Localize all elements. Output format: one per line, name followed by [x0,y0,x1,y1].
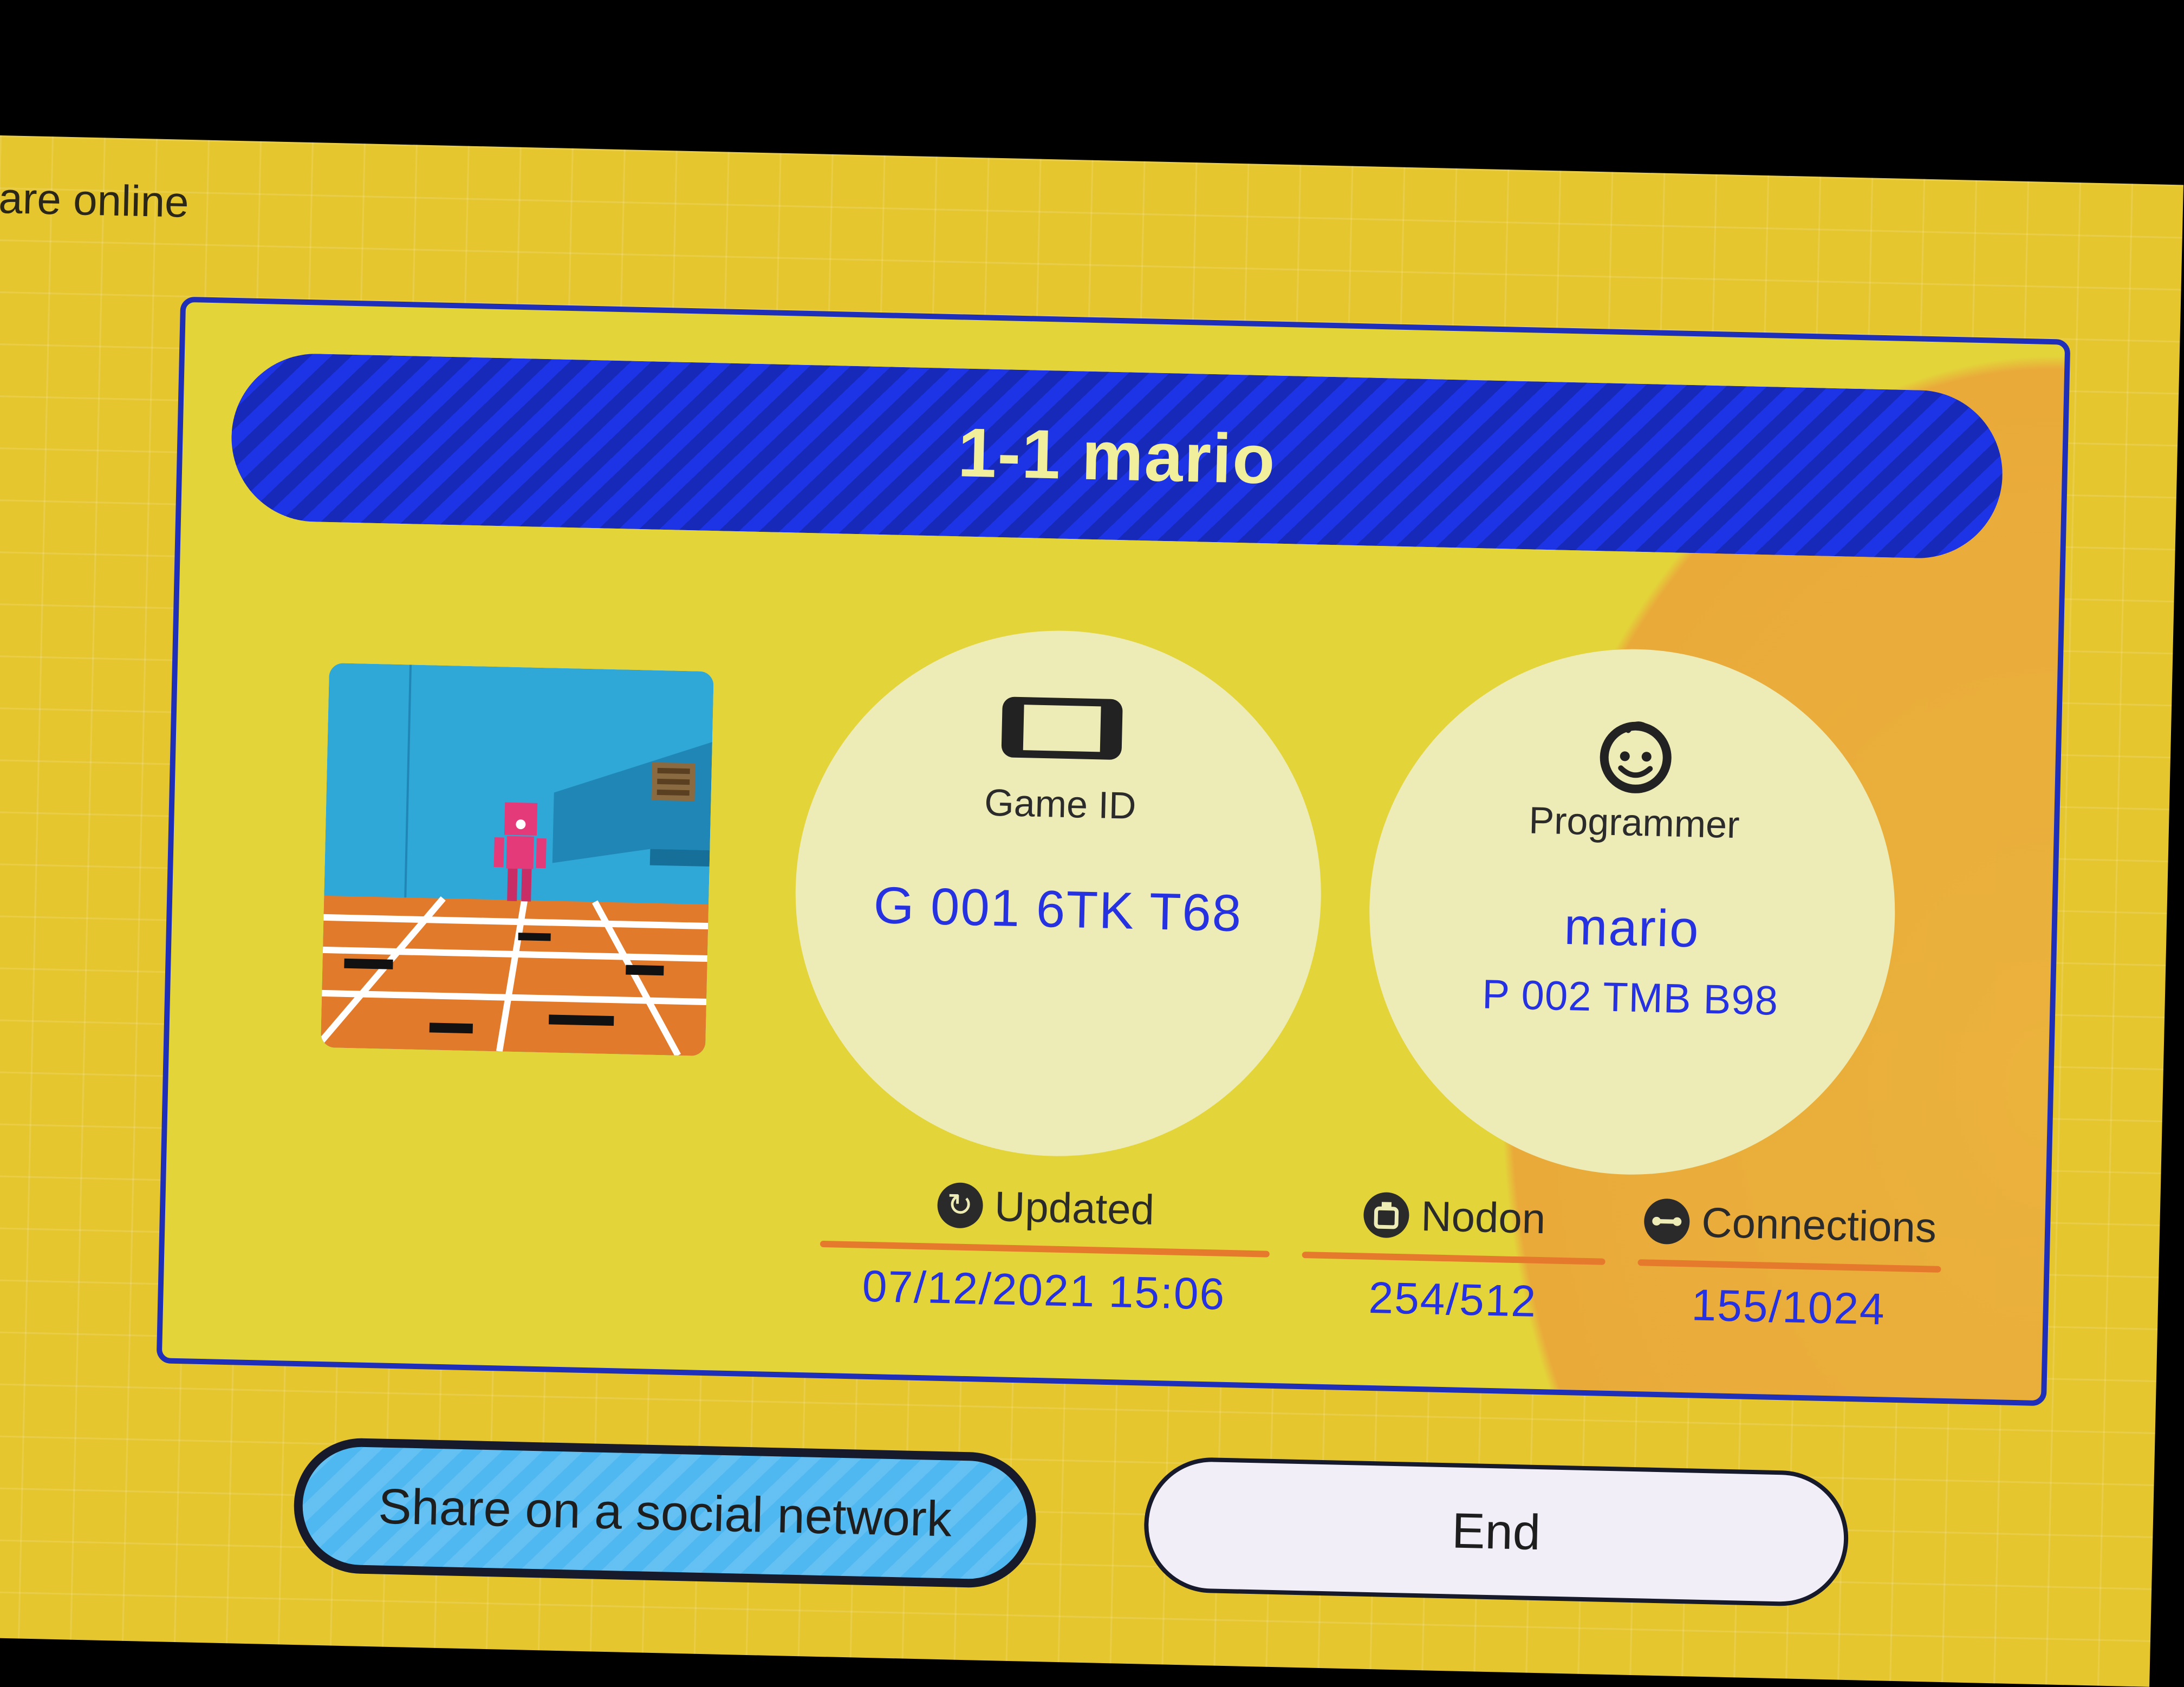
refresh-icon: ↻ [937,1182,984,1229]
game-id-value: G 001 6TK T68 [873,876,1243,943]
online-status-text: are online [0,173,190,226]
game-thumbnail [320,663,714,1056]
nodon-value: 254/512 [1368,1273,1538,1326]
console-icon [999,694,1125,765]
nodon-stat: Nodon 254/512 [1301,1183,1607,1329]
updated-label: Updated [994,1182,1155,1234]
game-title: 1-1 mario [957,413,1277,499]
connections-divider [1637,1259,1941,1273]
game-id-panel: Game ID G 001 6TK T68 [789,624,1327,1162]
game-info-card: 1-1 mario Game ID G 001 6TK T68 Programm… [156,296,2071,1406]
end-button[interactable]: End [1142,1456,1850,1608]
connections-label: Connections [1701,1198,1937,1252]
share-button[interactable]: Share on a social network [292,1436,1038,1590]
nodon-divider [1302,1252,1606,1265]
title-banner: 1-1 mario [230,351,2005,560]
game-screenshot-image [320,663,714,1056]
updated-stat: ↻ Updated 07/12/2021 15:06 [818,1173,1271,1321]
connections-stat: Connections 155/1024 [1636,1191,1943,1337]
programmer-label: Programmer [1528,799,1740,846]
nodon-label: Nodon [1420,1191,1546,1242]
programmer-panel: Programmer mario P 002 TMB B98 [1363,643,1901,1181]
game-id-label: Game ID [984,781,1137,827]
connection-icon [1643,1198,1691,1245]
connections-value: 155/1024 [1691,1280,1886,1334]
nodon-icon [1363,1191,1410,1239]
updated-value: 07/12/2021 15:06 [861,1261,1226,1319]
face-icon [1594,713,1677,799]
programmer-id: P 002 TMB B98 [1481,971,1779,1024]
programmer-name: mario [1563,897,1700,959]
game-screen: are online 1-1 mario Game ID G 001 6TK T… [0,135,2183,1687]
updated-divider [820,1240,1270,1258]
